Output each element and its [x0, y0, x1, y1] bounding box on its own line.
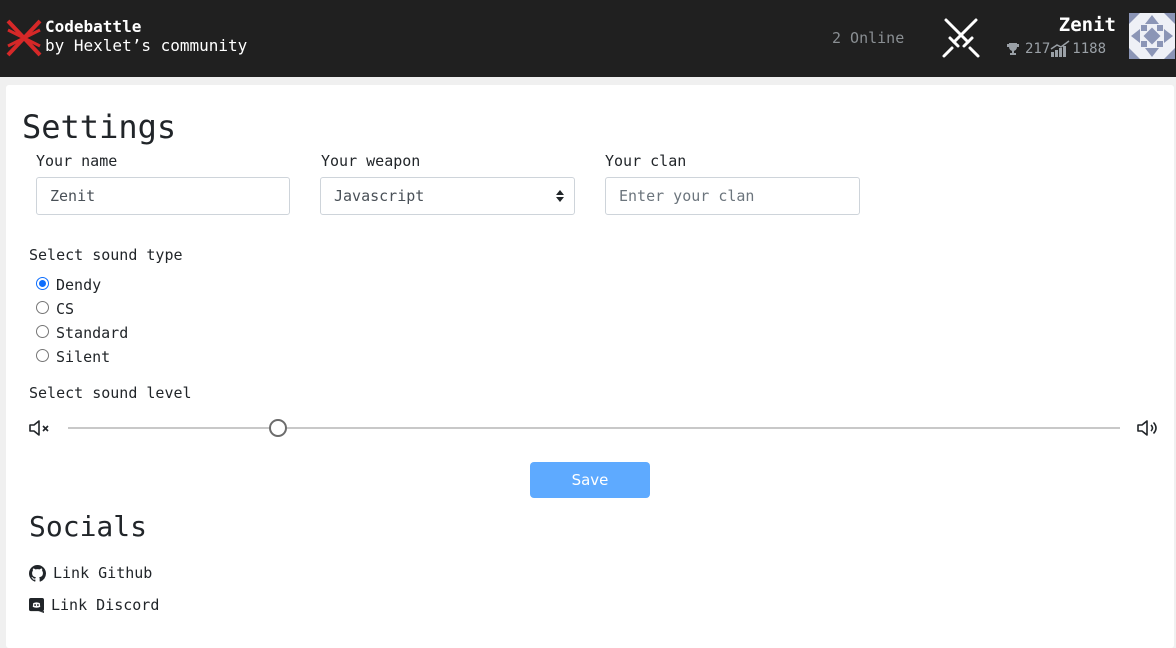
trophy-icon — [1007, 43, 1019, 55]
save-button[interactable]: Save — [530, 462, 650, 498]
volume-mute-icon[interactable] — [28, 418, 52, 438]
weapon-select-value: Javascript — [334, 187, 425, 205]
rating-value: 1188 — [1072, 41, 1107, 57]
clan-label: Your clan — [605, 152, 687, 170]
weapon-select[interactable]: Javascript — [320, 177, 575, 215]
radio-cs-label[interactable]: CS — [56, 299, 74, 319]
radio-sound-dendy[interactable]: Dendy — [36, 275, 101, 295]
sound-type-label: Select sound type — [29, 246, 183, 264]
radio-standard-indicator[interactable] — [36, 324, 49, 338]
radio-dendy-label[interactable]: Dendy — [56, 275, 101, 295]
name-label: Your name — [36, 152, 118, 170]
radio-silent-label[interactable]: Silent — [56, 347, 110, 367]
navbar: Codebattle by Hexlet’s community 2 Onlin… — [0, 0, 1176, 77]
avatar[interactable] — [1129, 13, 1175, 59]
socials-title: Socials — [29, 510, 148, 543]
radio-sound-standard[interactable]: Standard — [36, 323, 128, 343]
sound-level-slider-thumb[interactable] — [269, 419, 288, 437]
user-stats: 217 1188 — [1006, 40, 1106, 58]
rating-chart-icon — [1050, 40, 1070, 57]
sound-level-label: Select sound level — [29, 384, 192, 402]
brand-subtitle[interactable]: by Hexlet’s community — [45, 36, 247, 56]
codebattle-logo-icon[interactable] — [5, 17, 43, 59]
radio-sound-cs[interactable]: CS — [36, 299, 74, 319]
radio-sound-silent[interactable]: Silent — [36, 347, 110, 367]
discord-icon — [29, 597, 44, 613]
radio-silent-indicator[interactable] — [36, 348, 49, 362]
clan-input[interactable] — [605, 177, 860, 215]
volume-up-icon[interactable] — [1136, 418, 1160, 438]
link-discord-label[interactable]: Link Discord — [51, 595, 159, 615]
crossed-swords-icon[interactable] — [938, 16, 984, 60]
link-github[interactable]: Link Github — [29, 563, 152, 583]
page-title: Settings — [22, 108, 177, 146]
username[interactable]: Zenit — [1059, 13, 1116, 37]
online-count[interactable]: 2 Online — [832, 28, 904, 48]
github-icon — [29, 564, 46, 582]
brand-title[interactable]: Codebattle — [45, 17, 141, 37]
select-arrows-icon — [556, 190, 564, 202]
settings-card: Settings Your name Your weapon Javascrip… — [6, 85, 1174, 648]
sound-level-track[interactable] — [68, 427, 1120, 429]
link-discord[interactable]: Link Discord — [29, 595, 159, 615]
rank-value: 217 — [1025, 41, 1051, 57]
weapon-label: Your weapon — [321, 152, 421, 170]
radio-standard-label[interactable]: Standard — [56, 323, 128, 343]
name-input[interactable] — [36, 177, 290, 215]
radio-dendy-indicator[interactable] — [36, 276, 49, 290]
radio-cs-indicator[interactable] — [36, 300, 49, 314]
link-github-label[interactable]: Link Github — [53, 563, 152, 583]
